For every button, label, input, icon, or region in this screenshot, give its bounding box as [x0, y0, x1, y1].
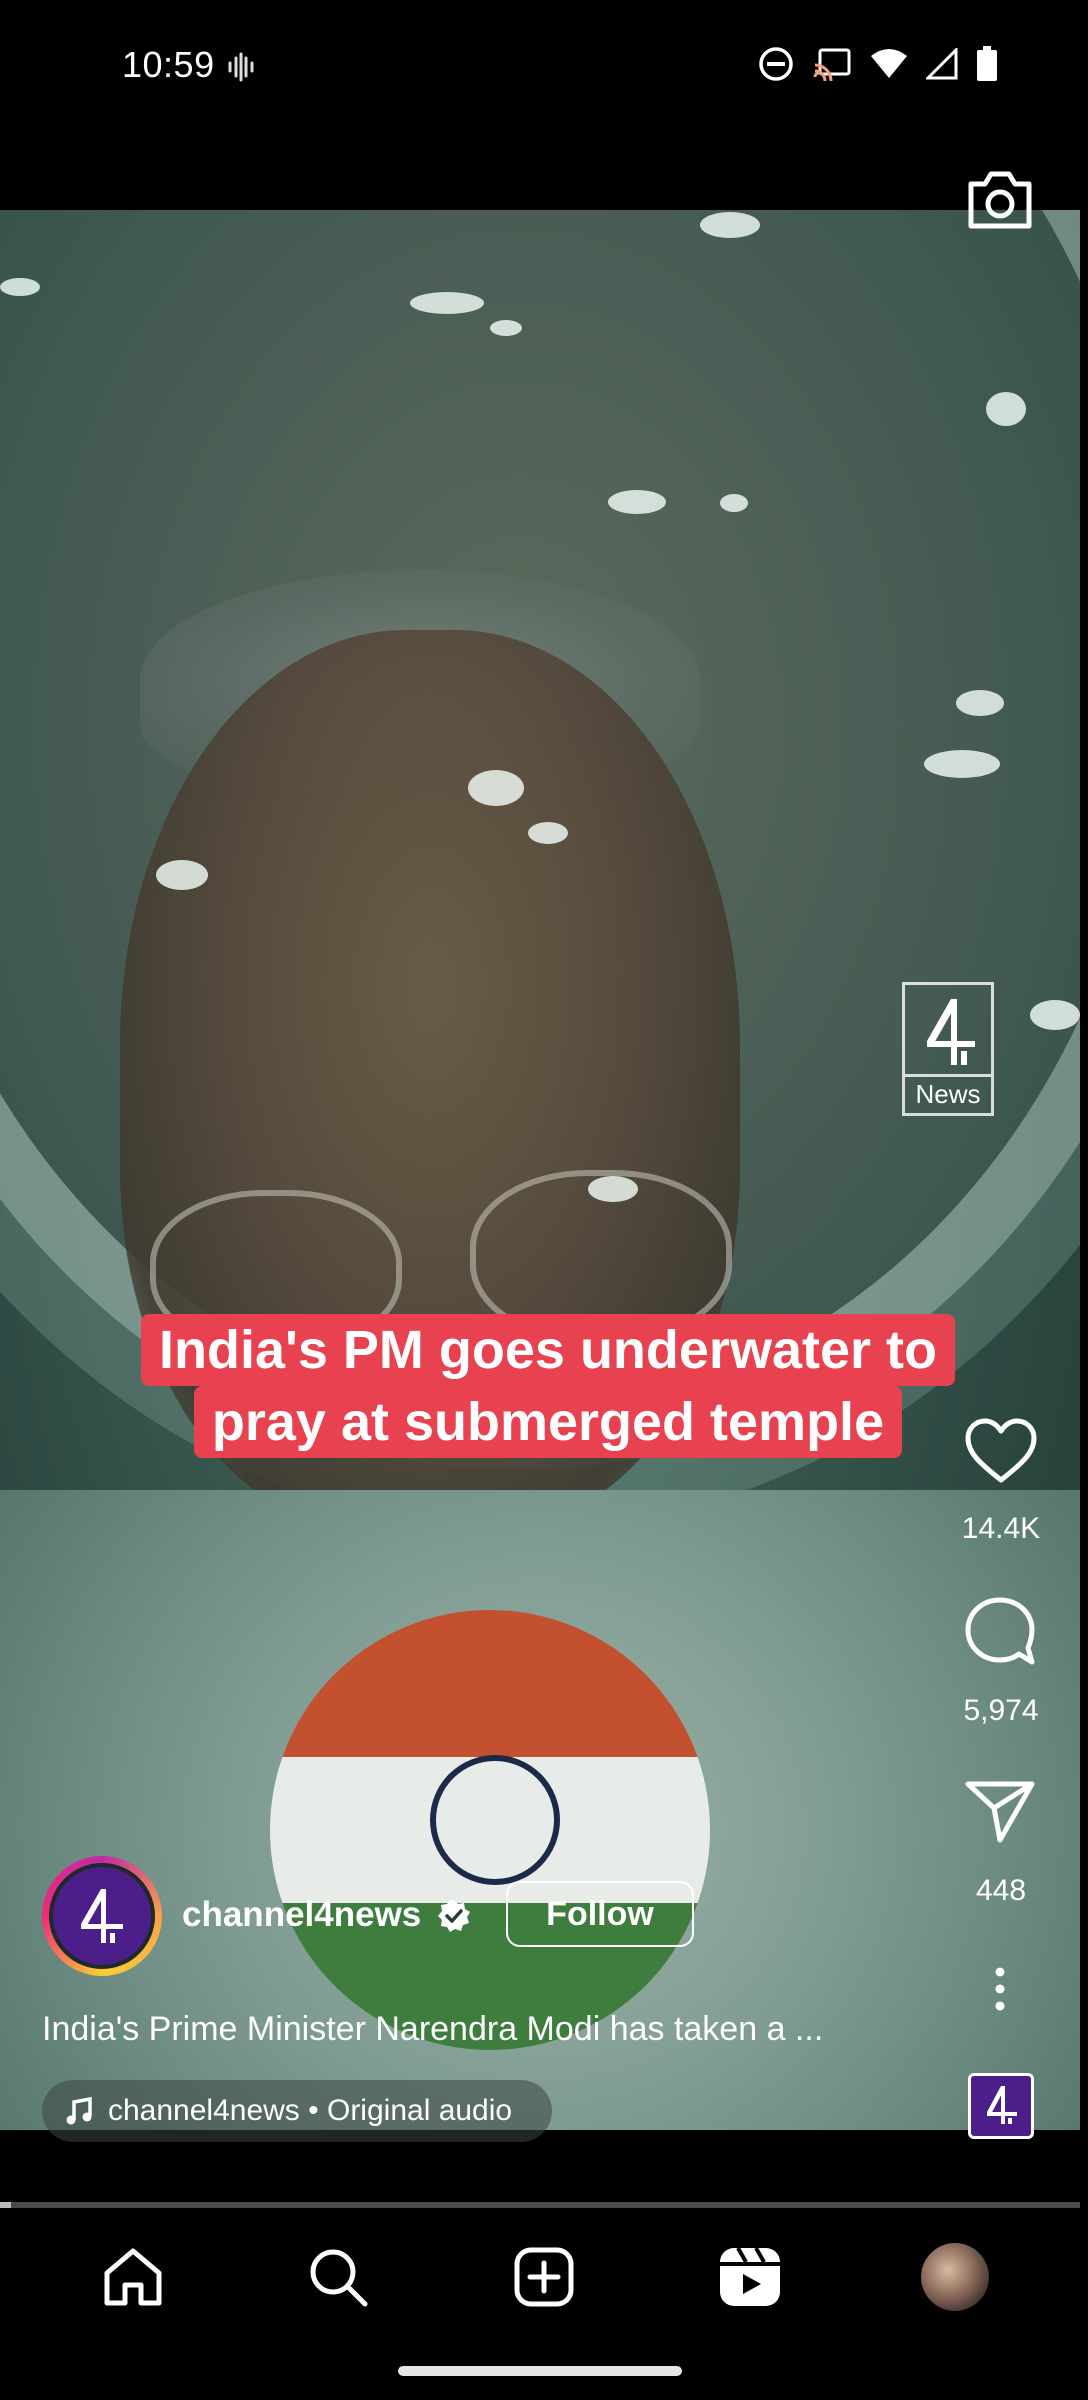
bubble	[608, 490, 666, 514]
camera-icon[interactable]	[965, 168, 1035, 232]
bubble	[490, 320, 522, 336]
post-description[interactable]: India's Prime Minister Narendra Modi has…	[42, 2010, 823, 2049]
reel-video[interactable]	[0, 210, 1080, 2130]
channel4-logo-icon	[927, 999, 975, 1065]
verified-badge-icon	[438, 1900, 470, 1932]
vibrate-icon	[228, 52, 254, 82]
bubble	[986, 392, 1026, 426]
video-progress-fill	[0, 2202, 11, 2208]
author-username[interactable]: channel4news	[182, 1895, 421, 1935]
nav-home[interactable]	[73, 2227, 193, 2327]
nav-create[interactable]	[484, 2227, 604, 2327]
bubble	[528, 822, 568, 844]
bubble	[700, 212, 760, 238]
bubble	[924, 750, 1000, 778]
audio-thumbnail[interactable]	[968, 2073, 1034, 2139]
shares-count: 448	[975, 1874, 1027, 1907]
ashoka-chakra-icon	[430, 1755, 560, 1885]
home-icon	[104, 2248, 162, 2306]
caption-line-2: pray at submerged temple	[193, 1386, 903, 1458]
nav-reels[interactable]	[690, 2227, 810, 2327]
nav-profile[interactable]	[895, 2227, 1015, 2327]
bubble	[468, 770, 524, 806]
follow-button[interactable]: Follow	[506, 1881, 694, 1947]
music-note-icon	[66, 2096, 92, 2125]
channel4-news-watermark: News	[902, 982, 994, 1116]
video-caption-overlay: India's PM goes underwater to pray at su…	[118, 1314, 978, 1458]
bubble	[720, 494, 748, 512]
battery-icon	[977, 46, 997, 81]
video-progress-bar[interactable]	[0, 2202, 1080, 2208]
bubble	[156, 860, 208, 890]
caption-line-1: India's PM goes underwater to	[141, 1314, 955, 1386]
likes-count: 14.4K	[961, 1512, 1041, 1545]
watermark-news-label: News	[905, 1074, 991, 1113]
more-options-icon[interactable]	[990, 1966, 1010, 2012]
bubble	[1030, 1000, 1080, 1030]
bubble	[956, 690, 1004, 716]
wifi-icon	[871, 49, 907, 78]
status-time: 10:59	[122, 44, 215, 85]
create-icon	[514, 2247, 574, 2307]
status-icons	[758, 46, 998, 82]
comment-icon[interactable]	[964, 1596, 1036, 1668]
share-send-icon[interactable]	[964, 1778, 1036, 1844]
bubble	[410, 292, 484, 314]
audio-attribution[interactable]: channel4news • Original audio	[42, 2080, 553, 2142]
home-indicator[interactable]	[398, 2366, 682, 2376]
do-not-disturb-icon	[759, 47, 793, 81]
channel4-logo-icon	[81, 1889, 123, 1943]
audio-label: channel4news • Original audio	[108, 2094, 513, 2127]
profile-avatar	[921, 2243, 990, 2311]
reels-icon	[719, 2247, 780, 2306]
search-icon	[310, 2249, 368, 2307]
like-heart-icon[interactable]	[964, 1418, 1038, 1484]
bubble	[0, 278, 40, 296]
comments-count: 5,974	[963, 1694, 1039, 1727]
cellular-signal-icon	[926, 48, 958, 80]
cast-icon	[813, 48, 851, 81]
nav-search[interactable]	[278, 2227, 398, 2327]
bubble	[588, 1176, 638, 1202]
channel4-logo-icon	[987, 2086, 1017, 2124]
author-avatar[interactable]	[42, 1856, 162, 1976]
bottom-navigation	[0, 2212, 1088, 2342]
